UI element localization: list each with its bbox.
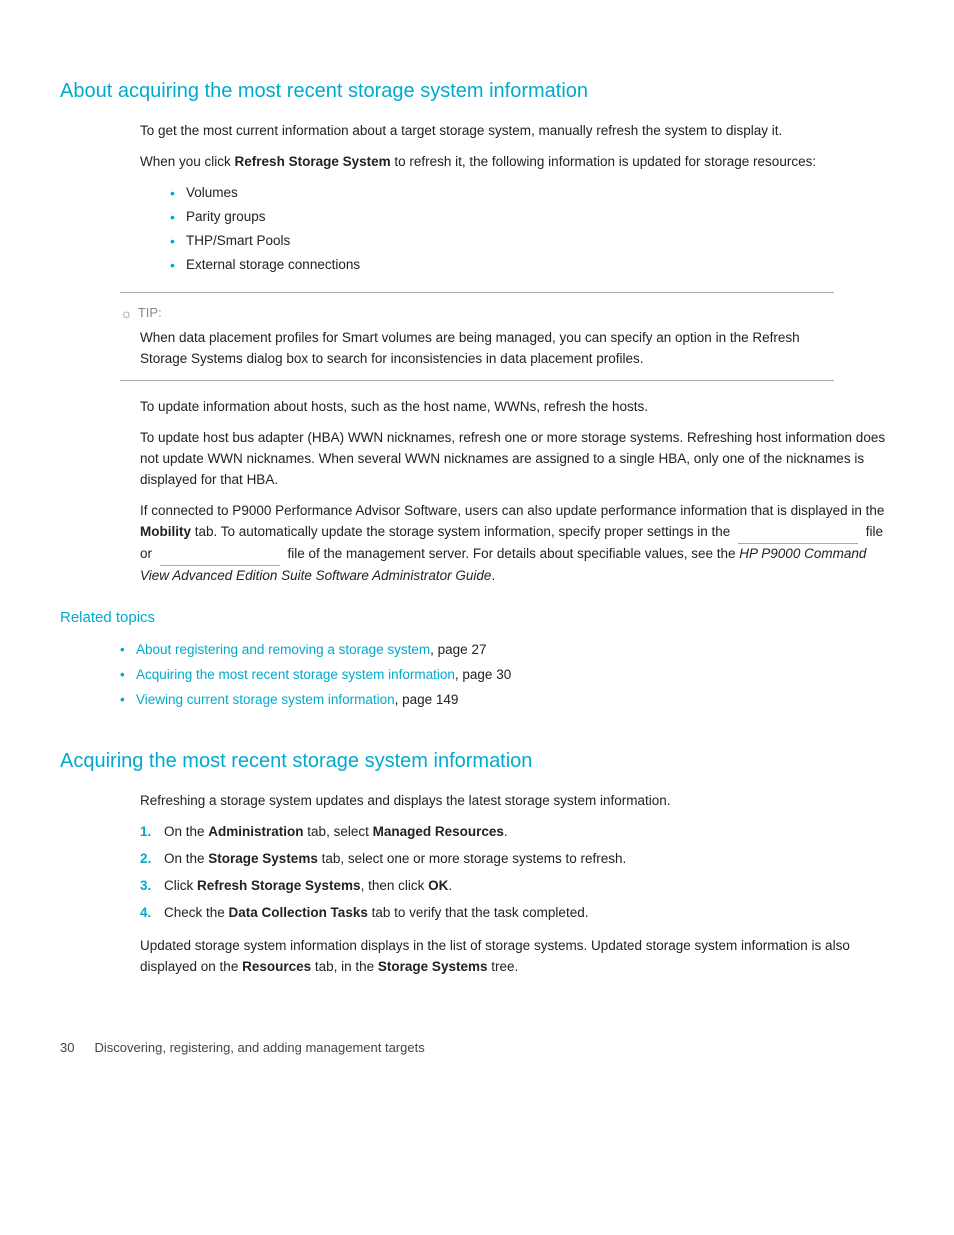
related-link-3[interactable]: Viewing current storage system informati…: [120, 690, 894, 711]
related-link-3-anchor[interactable]: Viewing current storage system informati…: [136, 692, 395, 707]
section-title-acquiring: Acquiring the most recent storage system…: [60, 746, 894, 777]
related-link-2[interactable]: Acquiring the most recent storage system…: [120, 665, 894, 686]
step-2: On the Storage Systems tab, select one o…: [140, 849, 894, 870]
related-link-2-anchor[interactable]: Acquiring the most recent storage system…: [136, 667, 455, 682]
para-2: When you click Refresh Storage System to…: [140, 152, 894, 173]
related-link-1-anchor[interactable]: About registering and removing a storage…: [136, 642, 430, 657]
tip-icon: ☼: [120, 303, 133, 325]
related-topics-title: Related topics: [60, 606, 894, 629]
para-hba: To update host bus adapter (HBA) WWN nic…: [140, 428, 894, 491]
step-4: Check the Data Collection Tasks tab to v…: [140, 903, 894, 924]
tip-label: ☼ TIP:: [120, 303, 834, 325]
step-3: Click Refresh Storage Systems, then clic…: [140, 876, 894, 897]
list-item-parity: Parity groups: [170, 207, 894, 228]
tip-body: When data placement profiles for Smart v…: [140, 328, 834, 370]
tip-title: TIP:: [138, 303, 162, 323]
para-p9000: If connected to P9000 Performance Adviso…: [140, 501, 894, 587]
step-1: On the Administration tab, select Manage…: [140, 822, 894, 843]
related-links-list: About registering and removing a storage…: [120, 640, 894, 711]
related-link-1[interactable]: About registering and removing a storage…: [120, 640, 894, 661]
para-1: To get the most current information abou…: [140, 121, 894, 142]
section-title-about-acquiring: About acquiring the most recent storage …: [60, 76, 894, 107]
blank-2: [160, 544, 280, 566]
steps-list: On the Administration tab, select Manage…: [140, 822, 894, 924]
footer-text: Discovering, registering, and adding man…: [94, 1038, 424, 1058]
acquiring-intro: Refreshing a storage system updates and …: [140, 791, 894, 812]
blank-1: [738, 522, 858, 544]
page-footer: 30 Discovering, registering, and adding …: [60, 1038, 894, 1058]
list-item-external: External storage connections: [170, 255, 894, 276]
para-hosts: To update information about hosts, such …: [140, 397, 894, 418]
tip-box: ☼ TIP: When data placement profiles for …: [120, 292, 834, 382]
resource-list: Volumes Parity groups THP/Smart Pools Ex…: [170, 183, 894, 276]
page-number: 30: [60, 1038, 74, 1058]
list-item-volumes: Volumes: [170, 183, 894, 204]
list-item-thp: THP/Smart Pools: [170, 231, 894, 252]
acquiring-closing: Updated storage system information displ…: [140, 936, 894, 978]
